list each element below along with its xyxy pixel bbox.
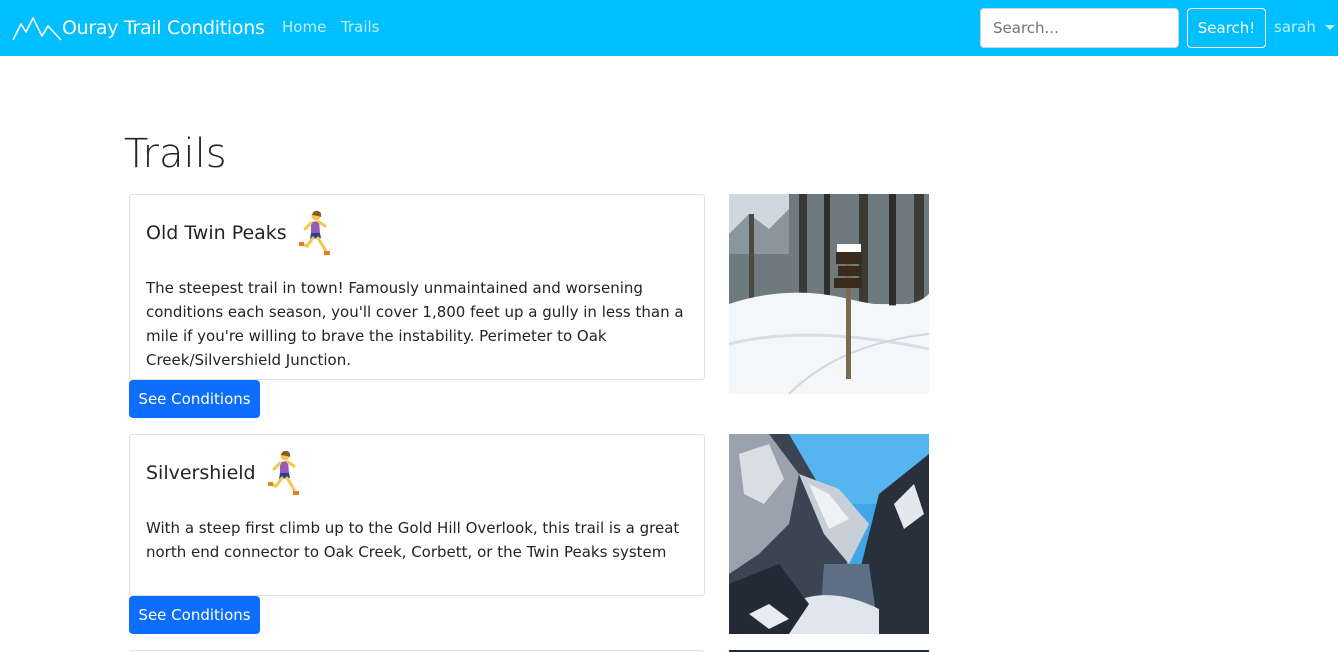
see-conditions-button[interactable]: See Conditions [129, 596, 260, 634]
search-button[interactable]: Search! [1187, 8, 1266, 48]
trail-description: The steepest trail in town! Famously unm… [146, 279, 684, 369]
mountains-logo-icon [12, 17, 62, 41]
chevron-down-icon [1324, 24, 1335, 30]
brand-title: Ouray Trail Conditions [62, 17, 265, 39]
woman-running-icon [267, 450, 299, 495]
trail-card-header: Silvershield [146, 449, 302, 497]
nav-trails-link[interactable]: Trails [341, 18, 379, 36]
search-input[interactable] [980, 8, 1179, 48]
user-name: sarah [1274, 18, 1316, 36]
trail-description: With a steep first climb up to the Gold … [146, 519, 680, 561]
see-conditions-button[interactable]: See Conditions [129, 380, 260, 418]
trail-card-header: Old Twin Peaks [146, 209, 333, 257]
woman-running-icon [298, 210, 330, 255]
trail-card: Old Twin Peaks The steepest trail in tow… [129, 194, 705, 380]
navbar: Ouray Trail Conditions Home Trails Searc… [0, 0, 1338, 56]
trail-name: Old Twin Peaks [146, 222, 287, 244]
snowy-forest-trail-sign-image [729, 194, 929, 394]
brand-link[interactable]: Ouray Trail Conditions [12, 14, 265, 42]
trail-card: Silvershield With a steep first climb up… [129, 434, 705, 596]
nav-home-link[interactable]: Home [282, 18, 326, 36]
trail-name: Silvershield [146, 462, 256, 484]
trail-image [729, 194, 929, 394]
user-dropdown[interactable]: sarah [1274, 18, 1335, 36]
trail-image [729, 434, 929, 634]
page-title: Trails [124, 131, 227, 177]
snowy-mountain-canyon-image [729, 434, 929, 634]
